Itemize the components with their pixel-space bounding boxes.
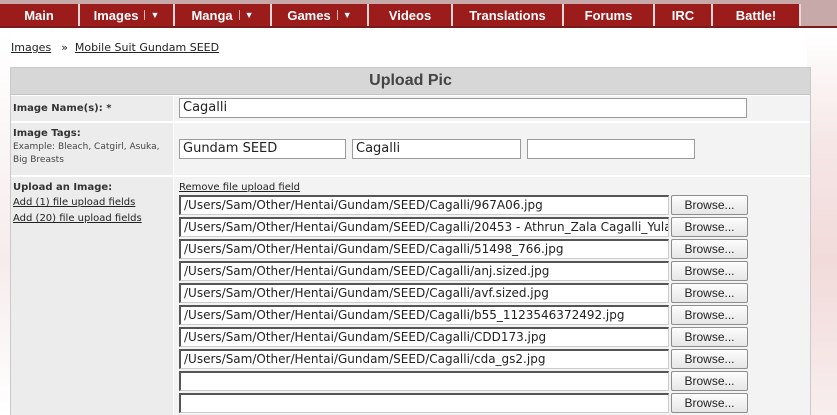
remove-upload-field-link[interactable]: Remove file upload field: [179, 182, 300, 193]
file-path-field[interactable]: [179, 393, 669, 413]
nav-item-forums[interactable]: Forums: [564, 4, 655, 26]
browse-button[interactable]: Browse...: [671, 349, 748, 369]
background-decoration: [807, 30, 837, 415]
nav-item-manga[interactable]: Manga ▼: [175, 4, 272, 26]
nav-label: Videos: [388, 7, 432, 23]
file-path-field[interactable]: /Users/Sam/Other/Hentai/Gundam/SEED/Caga…: [179, 283, 669, 303]
browse-button[interactable]: Browse...: [671, 217, 748, 237]
image-name-input[interactable]: Cagalli: [179, 98, 747, 118]
browse-button[interactable]: Browse...: [671, 283, 748, 303]
file-path-field[interactable]: /Users/Sam/Other/Hentai/Gundam/SEED/Caga…: [179, 217, 669, 237]
image-tags-row: Image Tags: Example: Bleach, Catgirl, As…: [11, 123, 810, 175]
nav-item-games[interactable]: Games ▼: [272, 4, 369, 26]
file-path-field[interactable]: [179, 371, 669, 391]
browse-button[interactable]: Browse...: [671, 305, 748, 325]
breadcrumb-link-gundam-seed[interactable]: Mobile Suit Gundam SEED: [75, 41, 219, 54]
panel-title: Upload Pic: [11, 68, 810, 95]
file-path-field[interactable]: /Users/Sam/Other/Hentai/Gundam/SEED/Caga…: [179, 239, 669, 259]
image-name-row: Image Name(s): * Cagalli: [11, 96, 810, 121]
upload-panel: Upload Pic Image Name(s): * Cagalli Imag…: [10, 67, 811, 415]
nav-label: Forums: [584, 7, 633, 23]
image-name-label-cell: Image Name(s): *: [11, 96, 174, 121]
image-name-field-cell: Cagalli: [175, 96, 810, 121]
add-one-field-link[interactable]: Add (1) file upload fields: [13, 197, 135, 208]
file-path-field[interactable]: /Users/Sam/Other/Hentai/Gundam/SEED/Caga…: [179, 349, 669, 369]
file-path-field[interactable]: /Users/Sam/Other/Hentai/Gundam/SEED/Caga…: [179, 305, 669, 325]
image-tags-example: Example: Bleach, Catgirl, Asuka, Big Bre…: [13, 142, 160, 165]
image-tags-label: Image Tags:: [13, 128, 81, 139]
nav-item-battle[interactable]: Battle!: [713, 4, 801, 26]
nav-label: Translations: [469, 7, 546, 23]
nav-item-videos[interactable]: Videos: [369, 4, 453, 26]
nav-label: Games: [287, 7, 331, 23]
nav-item-translations[interactable]: Translations: [453, 4, 564, 26]
browse-button[interactable]: Browse...: [671, 239, 748, 259]
nav-label: Battle!: [735, 7, 777, 23]
image-name-label: Image Name(s): *: [13, 103, 112, 114]
file-path-field[interactable]: /Users/Sam/Other/Hentai/Gundam/SEED/Caga…: [179, 327, 669, 347]
dropdown-arrow-icon[interactable]: ▼: [336, 10, 352, 20]
main-nav: Main Images ▼ Manga ▼ Games ▼ Videos Transl…: [0, 0, 837, 28]
breadcrumb-separator: »: [61, 41, 68, 54]
browse-button[interactable]: Browse...: [671, 371, 748, 391]
image-tags-field-cell: Gundam SEED Cagalli: [175, 123, 810, 175]
browse-button[interactable]: Browse...: [671, 261, 748, 281]
nav-label: Main: [24, 7, 54, 23]
nav-label: Images: [93, 7, 139, 23]
tag-input-3[interactable]: [527, 139, 695, 159]
nav-item-images[interactable]: Images ▼: [80, 4, 175, 26]
browse-button[interactable]: Browse...: [671, 195, 748, 215]
nav-item-irc[interactable]: IRC: [655, 4, 713, 26]
nav-item-main[interactable]: Main: [0, 4, 80, 26]
browse-button[interactable]: Browse...: [671, 393, 748, 413]
upload-row: Upload an Image: Add (1) file upload fie…: [11, 177, 810, 415]
file-path-field[interactable]: /Users/Sam/Other/Hentai/Gundam/SEED/Caga…: [179, 261, 669, 281]
breadcrumb: Images » Mobile Suit Gundam SEED: [11, 41, 219, 54]
browse-button[interactable]: Browse...: [671, 327, 748, 347]
add-twenty-fields-link[interactable]: Add (20) file upload fields: [13, 213, 142, 224]
tag-input-2[interactable]: Cagalli: [352, 139, 521, 159]
nav-bar: Main Images ▼ Manga ▼ Games ▼ Videos Transl…: [0, 4, 837, 26]
nav-label: Manga: [191, 7, 233, 23]
upload-field-cell: Remove file upload field /Users/Sam/Othe…: [175, 177, 810, 415]
nav-label: IRC: [671, 7, 695, 23]
background-decoration-left: [0, 30, 10, 415]
dropdown-arrow-icon[interactable]: ▼: [144, 10, 159, 20]
breadcrumb-link-images[interactable]: Images: [11, 41, 51, 54]
dropdown-arrow-icon[interactable]: ▼: [238, 10, 254, 20]
upload-label: Upload an Image:: [13, 182, 113, 193]
tag-input-1[interactable]: Gundam SEED: [179, 139, 346, 159]
upload-label-cell: Upload an Image: Add (1) file upload fie…: [11, 177, 174, 415]
image-tags-label-cell: Image Tags: Example: Bleach, Catgirl, As…: [11, 123, 174, 175]
file-path-field[interactable]: /Users/Sam/Other/Hentai/Gundam/SEED/Caga…: [179, 195, 669, 215]
